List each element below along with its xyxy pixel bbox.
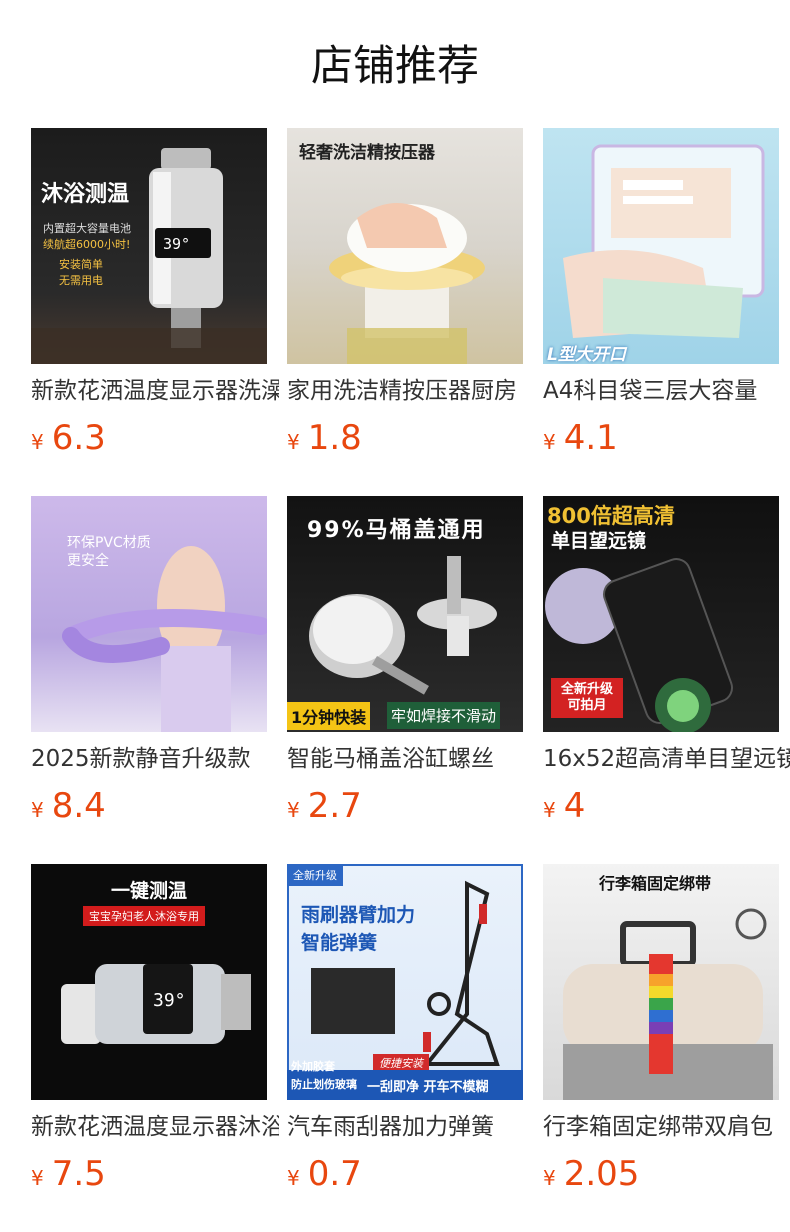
price-value: 4 [563, 786, 586, 826]
currency-symbol: ¥ [543, 1166, 556, 1190]
product-price: ¥2.05 [543, 1154, 639, 1194]
product-price: ¥8.4 [31, 786, 106, 826]
product-image[interactable]: 轻奢洗洁精按压器 [287, 128, 523, 364]
product-name[interactable]: 2025新款静音升级款 [31, 744, 279, 774]
product-name[interactable]: 行李箱固定绑带双肩包 [543, 1112, 790, 1142]
product-card[interactable]: 行李箱固定绑带 行李箱固定绑带双肩包 ¥2.05 [543, 864, 779, 1194]
product-name[interactable]: 16x52超高清单目望远镜 [543, 744, 790, 774]
product-image[interactable]: 全新升级 雨刷器臂加力 智能弹簧 便捷安装 外加胶套 防止划伤玻璃 一刮即净 开… [287, 864, 523, 1100]
product-card[interactable]: 一键测温 宝宝孕妇老人沐浴专用 39° 新款花洒温度显示器沐浴 ¥7.5 [31, 864, 279, 1194]
product-card[interactable]: 环保PVC材质 更安全 2025新款静音升级款 ¥8.4 [31, 496, 267, 826]
screw-icon [309, 556, 497, 695]
product-image[interactable]: L型大开口 [543, 128, 779, 364]
product-name[interactable]: 新款花洒温度显示器沐浴 [31, 1112, 279, 1142]
price-value: 0.7 [307, 1154, 362, 1194]
product-name[interactable]: 智能马桶盖浴缸螺丝 [287, 744, 535, 774]
product-image[interactable]: 一键测温 宝宝孕妇老人沐浴专用 39° [31, 864, 267, 1100]
currency-symbol: ¥ [543, 430, 556, 454]
file-bag-icon [563, 144, 765, 338]
product-price: ¥7.5 [31, 1154, 106, 1194]
thermometer-device-icon: 39° [31, 148, 267, 364]
currency-symbol: ¥ [287, 1166, 300, 1190]
temperature-readout: 39° [163, 235, 190, 253]
product-name[interactable]: 家用洗洁精按压器厨房 [287, 376, 535, 406]
price-value: 1.8 [307, 418, 362, 458]
product-card[interactable]: 轻奢洗洁精按压器 家用洗洁精按压器厨房 ¥1.8 [287, 128, 523, 458]
temperature-readout: 39° [153, 990, 186, 1011]
currency-symbol: ¥ [543, 798, 556, 822]
thermometer-device-icon: 39° [61, 964, 251, 1044]
price-value: 7.5 [51, 1154, 106, 1194]
currency-symbol: ¥ [287, 798, 300, 822]
image-badge: 牢如焊接不滑动 [387, 702, 501, 729]
currency-symbol: ¥ [287, 430, 300, 454]
image-footer-text: 防止划伤玻璃 [291, 1078, 357, 1091]
price-value: 8.4 [51, 786, 106, 826]
image-badge: 全新升级 可拍月 [551, 678, 623, 718]
product-name[interactable]: 新款花洒温度显示器洗澡水温计 [31, 376, 279, 406]
product-price: ¥2.7 [287, 786, 362, 826]
product-price: ¥1.8 [287, 418, 362, 458]
product-image[interactable]: 行李箱固定绑带 [543, 864, 779, 1100]
product-price: ¥6.3 [31, 418, 106, 458]
hula-hoop-icon [62, 546, 267, 732]
product-image[interactable]: 环保PVC材质 更安全 [31, 496, 267, 732]
product-name[interactable]: A4科目袋三层大容量 [543, 376, 790, 406]
product-image[interactable]: 800倍超高清 单目望远镜 全新升级 可拍月 [543, 496, 779, 732]
price-value: 2.05 [563, 1154, 640, 1194]
image-badge: 1分钟快装 [287, 702, 371, 730]
product-grid: 沐浴测温 内置超大容量电池 续航超6000小时! 安装简单 无需用电 39° 新… [31, 128, 790, 1194]
product-card[interactable]: 99%马桶盖通用 1分钟快装 牢如焊接不滑动 智能马桶盖浴缸螺丝 ¥2.7 [287, 496, 523, 826]
product-card[interactable]: 沐浴测温 内置超大容量电池 续航超6000小时! 安装简单 无需用电 39° 新… [31, 128, 279, 458]
product-image[interactable]: 99%马桶盖通用 1分钟快装 牢如焊接不滑动 [287, 496, 523, 732]
price-value: 2.7 [307, 786, 362, 826]
image-footer-text: 一刮即净 开车不模糊 [367, 1080, 489, 1095]
currency-symbol: ¥ [31, 798, 44, 822]
product-name[interactable]: 汽车雨刮器加力弹簧 [287, 1112, 535, 1142]
luggage-strap-icon [563, 908, 773, 1100]
soap-dispenser-icon [329, 203, 485, 364]
currency-symbol: ¥ [31, 430, 44, 454]
image-footer-text: 外加胶套 [291, 1060, 335, 1073]
page-title: 店铺推荐 [310, 41, 479, 90]
price-value: 4.1 [563, 418, 618, 458]
product-card[interactable]: 800倍超高清 单目望远镜 全新升级 可拍月 16x52超高清单目望远镜 ¥4 [543, 496, 790, 826]
store-recommendation-page: 店铺推荐 沐浴测温 内置超大容量电池 续航超6000小时! 安装简单 无需用电 … [0, 0, 790, 1232]
currency-symbol: ¥ [31, 1166, 44, 1190]
product-price: ¥4 [543, 786, 585, 826]
product-image[interactable]: 沐浴测温 内置超大容量电池 续航超6000小时! 安装简单 无需用电 39° [31, 128, 267, 364]
product-card[interactable]: L型大开口 A4科目袋三层大容量 ¥4.1 [543, 128, 779, 458]
price-value: 6.3 [51, 418, 106, 458]
product-price: ¥4.1 [543, 418, 618, 458]
product-price: ¥0.7 [287, 1154, 362, 1194]
product-card[interactable]: 全新升级 雨刷器臂加力 智能弹簧 便捷安装 外加胶套 防止划伤玻璃 一刮即净 开… [287, 864, 523, 1194]
image-badge: L型大开口 [547, 345, 626, 364]
